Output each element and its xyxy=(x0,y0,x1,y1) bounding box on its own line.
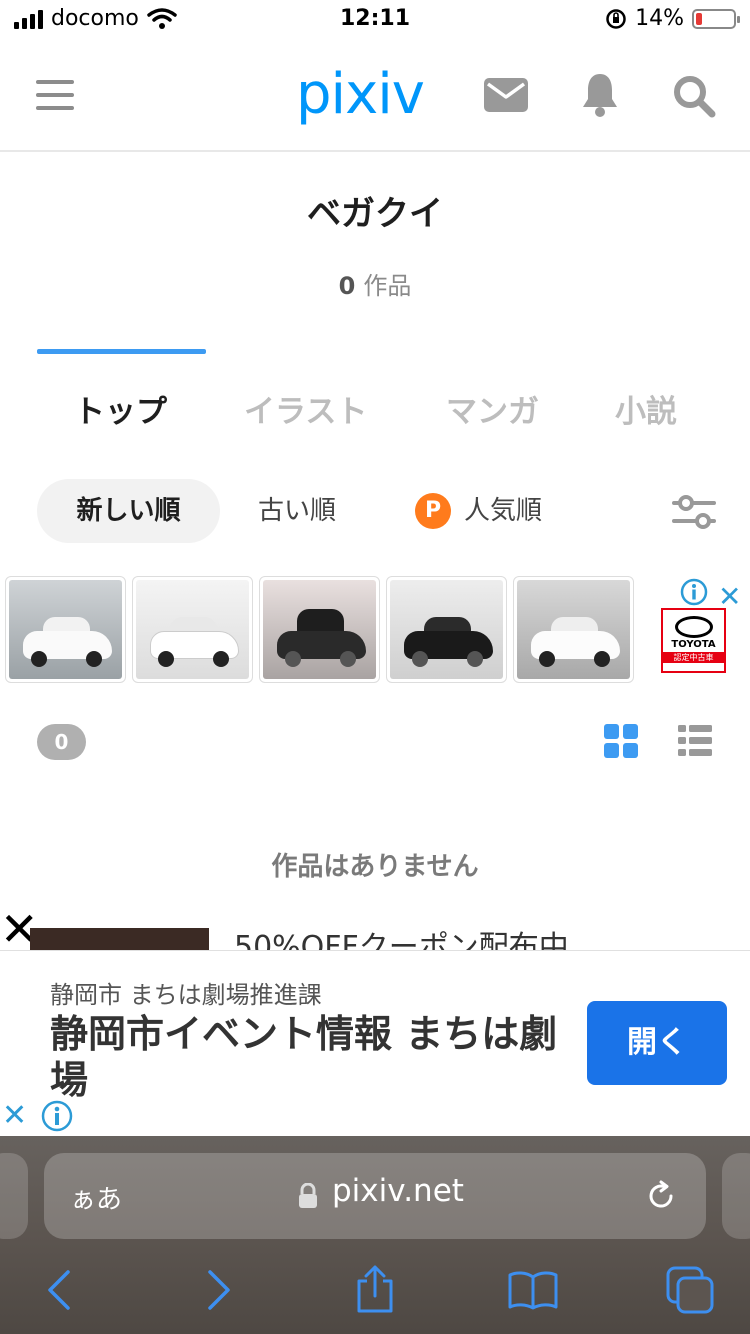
sort-newest-button[interactable]: 新しい順 xyxy=(37,479,220,543)
open-button[interactable]: 開く xyxy=(587,1001,727,1085)
ad-car-thumb[interactable] xyxy=(386,576,507,683)
banner-close-icon[interactable]: ✕ xyxy=(2,1099,27,1133)
sort-popular-button[interactable]: 人気順 xyxy=(464,479,542,543)
tab-manga[interactable]: マンガ xyxy=(446,386,539,431)
next-tab-peek[interactable] xyxy=(722,1153,750,1239)
previous-tab-peek[interactable] xyxy=(0,1153,28,1239)
battery-icon xyxy=(692,8,740,29)
reader-options-button[interactable]: ぁあ xyxy=(70,1179,122,1216)
banner-ad[interactable]: 静岡市 まちは劇場推進課 静岡市イベント情報 まちは劇場 開く ✕ xyxy=(0,950,750,1136)
address-bar[interactable]: ぁあ pixiv.net xyxy=(44,1153,706,1239)
result-count-badge: 0 xyxy=(37,724,86,760)
tab-illust[interactable]: イラスト xyxy=(244,386,367,431)
tab-top[interactable]: トップ xyxy=(74,386,167,431)
toyota-brand: TOYOTA xyxy=(671,639,716,650)
ad-car-thumb[interactable] xyxy=(132,576,253,683)
lock-icon xyxy=(299,1183,317,1208)
user-name: ベガクイ xyxy=(307,194,443,234)
forward-icon[interactable] xyxy=(204,1268,234,1312)
empty-message: 作品はありません xyxy=(271,852,479,882)
safari-toolbar: ぁあ pixiv.net xyxy=(0,1136,750,1334)
premium-icon: P xyxy=(415,493,451,529)
orientation-lock-icon xyxy=(606,8,626,29)
ad-car-thumb[interactable] xyxy=(5,576,126,683)
app-header: pixiv xyxy=(0,42,750,152)
share-icon[interactable] xyxy=(354,1264,396,1314)
bell-icon[interactable] xyxy=(582,72,618,118)
bookmarks-icon[interactable] xyxy=(508,1270,558,1310)
toyota-sub: 認定中古車 xyxy=(663,652,724,663)
banner-info-icon[interactable] xyxy=(40,1099,74,1133)
search-icon[interactable] xyxy=(672,74,716,118)
battery-percent: 14% xyxy=(635,6,684,31)
toyota-logo: TOYOTA 認定中古車 xyxy=(661,608,726,673)
ad-car-thumb[interactable] xyxy=(259,576,380,683)
ad-car-thumb[interactable] xyxy=(513,576,634,683)
tabs-icon[interactable] xyxy=(666,1266,714,1314)
status-bar: docomo 12:11 14% xyxy=(0,0,750,42)
banner-advertiser: 静岡市 まちは劇場推進課 xyxy=(50,981,322,1009)
filter-icon[interactable] xyxy=(672,494,716,530)
mail-icon[interactable] xyxy=(484,78,528,112)
works-count-label: 作品 xyxy=(363,272,412,300)
reload-icon[interactable] xyxy=(644,1179,678,1213)
grid-view-icon[interactable] xyxy=(604,724,638,758)
tab-novel[interactable]: 小説 xyxy=(615,386,677,431)
menu-icon[interactable] xyxy=(36,80,74,110)
ad-partial-headline[interactable]: 50%OFFクーポン配布中 xyxy=(234,928,569,950)
active-tab-indicator xyxy=(37,349,206,354)
ad-info-icon[interactable] xyxy=(680,578,708,606)
sort-oldest-button[interactable]: 古い順 xyxy=(258,479,336,543)
ad-image[interactable] xyxy=(30,928,209,950)
back-icon[interactable] xyxy=(44,1268,74,1312)
status-right: 14% xyxy=(605,6,740,31)
pixiv-logo[interactable]: pixiv xyxy=(296,62,425,127)
url-text[interactable]: pixiv.net xyxy=(332,1173,464,1209)
ad-car-strip[interactable] xyxy=(5,576,634,683)
works-count: 0 作品 xyxy=(0,266,750,301)
works-count-value: 0 xyxy=(338,272,356,300)
banner-headline[interactable]: 静岡市イベント情報 まちは劇場 xyxy=(50,1011,570,1103)
list-view-icon[interactable] xyxy=(678,724,712,758)
